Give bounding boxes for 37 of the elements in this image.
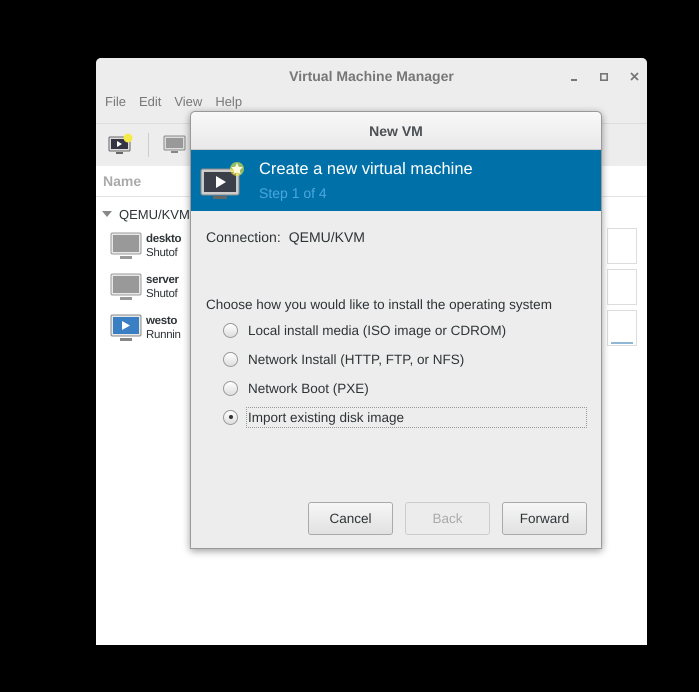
vm-name: server — [146, 274, 179, 286]
menu-item[interactable]: View — [174, 95, 202, 109]
radio-button[interactable] — [223, 352, 238, 366]
radio-button[interactable] — [223, 380, 238, 396]
vm-status: Runnin — [146, 328, 181, 340]
vm-status: Shutof — [146, 246, 179, 258]
option-label[interactable]: Network Boot (PXE) — [246, 378, 587, 398]
vm-name: deskto — [146, 232, 182, 244]
cpu-usage-graph — [607, 310, 637, 346]
radio-button[interactable] — [223, 410, 238, 424]
monitor-icon[interactable] — [163, 134, 187, 156]
new-vm-icon — [199, 160, 247, 202]
dialog-title: New VM — [369, 122, 423, 138]
step-indicator: Step 1 of 4 — [259, 185, 328, 201]
connection-name[interactable]: QEMU/KVM — [119, 206, 190, 222]
close-icon[interactable] — [630, 72, 639, 81]
option-label[interactable]: Local install media (ISO image or CDROM) — [246, 320, 587, 340]
maximize-icon[interactable] — [600, 72, 608, 80]
menu-item[interactable]: File — [105, 95, 126, 109]
install-prompt: Choose how you would like to install the operating system — [206, 297, 553, 312]
dialog-button[interactable]: Forward — [502, 502, 587, 535]
option-label[interactable]: Import existing disk image — [246, 406, 587, 428]
expander-icon[interactable] — [102, 210, 112, 218]
window-title: Virtual Machine Manager — [289, 68, 454, 84]
header-title: Create a new virtual machine — [259, 160, 473, 179]
dialog-button[interactable]: Cancel — [308, 502, 393, 535]
menu-item[interactable]: Help — [215, 95, 242, 109]
new-vm-icon[interactable] — [108, 133, 134, 157]
connection-label: Connection: — [206, 229, 281, 245]
vm-name: westo — [146, 314, 178, 326]
cpu-usage-graph — [607, 228, 637, 264]
option-label[interactable]: Network Install (HTTP, FTP, or NFS) — [246, 348, 587, 370]
cpu-usage-graph — [607, 268, 637, 304]
menu-item[interactable]: Edit — [138, 95, 162, 109]
radio-button[interactable] — [223, 322, 238, 338]
connection-value: QEMU/KVM — [288, 229, 365, 245]
vm-status: Shutof — [146, 288, 179, 300]
